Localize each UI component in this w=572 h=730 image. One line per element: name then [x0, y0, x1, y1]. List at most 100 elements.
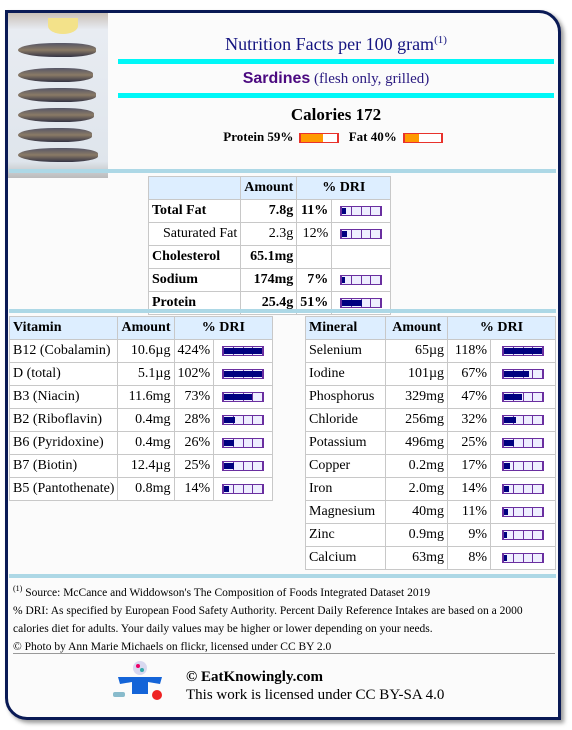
nutrient-amount: 12.4µg	[117, 454, 175, 478]
dri-bar	[340, 297, 383, 308]
dri-bar-cell	[331, 222, 392, 246]
column-header: Amount	[117, 316, 175, 340]
nutrient-dri: 11%	[447, 500, 492, 524]
table-header: Amount% DRI	[147, 176, 392, 200]
minerals-table: Mineral Amount% DRI Selenium 65µg 118% Iodine…	[304, 316, 556, 570]
main-nutrients-table: Amount% DRI Total Fat 7.8g 11% Saturated Fat…	[147, 176, 392, 315]
dri-bar	[502, 483, 545, 494]
fish-image	[18, 68, 93, 82]
table-row: Cholesterol 65.1mg	[147, 245, 392, 269]
divider	[9, 574, 556, 578]
nutrient-name: Iron	[304, 477, 387, 501]
brand-block: © EatKnowingly.com This work is licensed…	[186, 668, 444, 704]
nutrient-amount: 496mg	[385, 431, 449, 455]
brand-link[interactable]: © EatKnowingly.com	[186, 668, 444, 686]
dri-bar	[222, 414, 265, 425]
dri-bar-cell	[213, 385, 274, 409]
table-row: Zinc 0.9mg 9%	[304, 523, 556, 547]
nutrient-name: Chloride	[304, 408, 387, 432]
food-name: Sardines	[242, 70, 311, 87]
nutrient-name: B6 (Pyridoxine)	[8, 431, 119, 455]
nutrient-amount: 0.2mg	[385, 454, 449, 478]
table-row: B7 (Biotin) 12.4µg 25%	[8, 454, 274, 478]
nutrient-amount: 5.1µg	[117, 362, 175, 386]
nutrient-amount: 63mg	[385, 546, 449, 570]
table-row: B2 (Riboflavin) 0.4mg 28%	[8, 408, 274, 432]
nutrient-name: Potassium	[304, 431, 387, 455]
vitamins-table: Vitamin Amount% DRI B12 (Cobalamin) 10.6µg 4…	[8, 316, 274, 501]
nutrient-name: B3 (Niacin)	[8, 385, 119, 409]
dri-bar-cell	[213, 431, 274, 455]
source-text: Source: McCance and Widdowson's The Comp…	[22, 586, 431, 599]
nutrient-dri	[296, 245, 333, 269]
footnote-ref: (1)	[434, 34, 447, 46]
nutrient-name: Zinc	[304, 523, 387, 547]
nutrient-amount: 7.8g	[240, 199, 298, 223]
table-row: Iodine 101µg 67%	[304, 362, 556, 386]
nutrient-dri: 14%	[447, 477, 492, 501]
table-row: Iron 2.0mg 14%	[304, 477, 556, 501]
fish-image	[18, 88, 96, 102]
nutrient-dri: 67%	[447, 362, 492, 386]
dri-bar-cell	[331, 268, 392, 292]
nutrient-dri: 11%	[296, 199, 333, 223]
nutrient-dri: 14%	[173, 477, 215, 501]
nutrient-name: Copper	[304, 454, 387, 478]
nutrient-amount: 2.0mg	[385, 477, 449, 501]
dri-bar-cell	[490, 339, 556, 363]
dri-bar	[222, 483, 265, 494]
fat-label: Fat 40%	[348, 129, 397, 144]
nutrient-amount: 101µg	[385, 362, 449, 386]
table-header: Vitamin Amount% DRI	[8, 316, 274, 340]
nutrient-dri: 32%	[447, 408, 492, 432]
dri-bar-cell	[213, 477, 274, 501]
table-row: Total Fat 7.8g 11%	[147, 199, 392, 223]
nutrient-name: Phosphorus	[304, 385, 387, 409]
nutrient-name: Calcium	[304, 546, 387, 570]
table-row: Calcium 63mg 8%	[304, 546, 556, 570]
dri-bar	[222, 437, 265, 448]
dri-bar	[502, 529, 545, 540]
table-row: B12 (Cobalamin) 10.6µg 424%	[8, 339, 274, 363]
nutrient-amount: 256mg	[385, 408, 449, 432]
macro-breakdown: Protein 59% Fat 40%	[118, 129, 554, 145]
dri-bar-cell	[213, 362, 274, 386]
nutrient-name: Selenium	[304, 339, 387, 363]
column-header: % DRI	[173, 316, 274, 340]
nutrient-name: D (total)	[8, 362, 119, 386]
food-title: Sardines (flesh only, grilled)	[118, 70, 554, 88]
nutrient-dri: 102%	[173, 362, 215, 386]
dri-bar-cell	[490, 408, 556, 432]
protein-bar	[299, 133, 340, 144]
divider	[13, 653, 555, 654]
nutrient-name: B7 (Biotin)	[8, 454, 119, 478]
nutrient-name: Iodine	[304, 362, 387, 386]
dri-bar	[222, 460, 265, 471]
nutrient-dri: 9%	[447, 523, 492, 547]
food-description: (flesh only, grilled)	[314, 71, 430, 87]
table-row: B6 (Pyridoxine) 0.4mg 26%	[8, 431, 274, 455]
dri-bar-cell	[490, 454, 556, 478]
fish-image	[18, 148, 98, 162]
table-header: Mineral Amount% DRI	[304, 316, 556, 340]
protein-label: Protein 59%	[223, 129, 294, 144]
nutrient-dri: 17%	[447, 454, 492, 478]
dri-bar	[502, 506, 545, 517]
nutrient-amount: 0.4mg	[117, 431, 175, 455]
nutrient-name: B5 (Pantothenate)	[8, 477, 119, 501]
nutrient-name: Cholesterol	[147, 245, 242, 269]
dri-bar	[222, 368, 265, 379]
nutrient-amount: 174mg	[240, 268, 298, 292]
nutrient-amount: 11.6mg	[117, 385, 175, 409]
table-row: Sodium 174mg 7%	[147, 268, 392, 292]
nutrient-name: Total Fat	[147, 199, 242, 223]
nutrient-dri: 25%	[447, 431, 492, 455]
nutrient-amount: 329mg	[385, 385, 449, 409]
dri-bar-cell	[490, 362, 556, 386]
dri-bar	[502, 368, 545, 379]
divider	[9, 169, 556, 173]
nutrient-name: Magnesium	[304, 500, 387, 524]
nutrient-amount: 0.4mg	[117, 408, 175, 432]
table-row: D (total) 5.1µg 102%	[8, 362, 274, 386]
table-row: B5 (Pantothenate) 0.8mg 14%	[8, 477, 274, 501]
